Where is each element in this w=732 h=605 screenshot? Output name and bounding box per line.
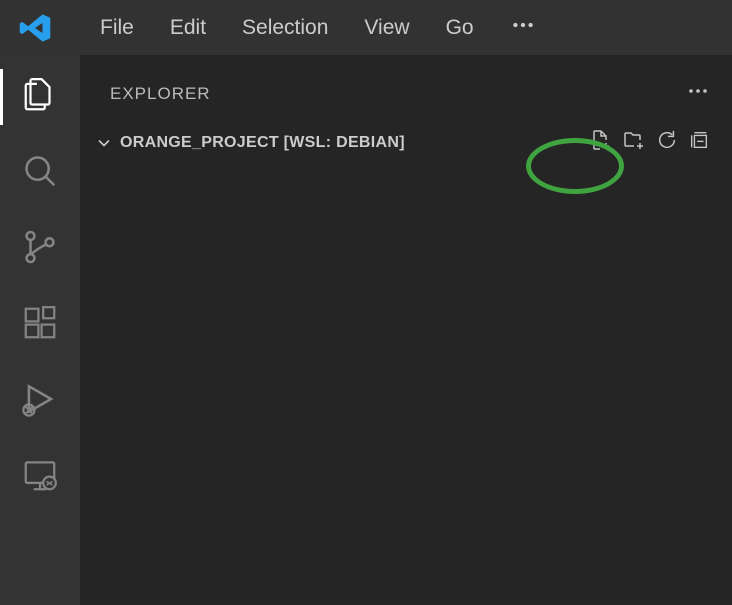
- vscode-logo-icon: [18, 11, 52, 45]
- explorer-header: EXPLORER: [80, 55, 732, 122]
- menu-overflow-button[interactable]: [492, 12, 554, 43]
- new-file-button[interactable]: [588, 128, 612, 157]
- activity-run-debug[interactable]: [16, 377, 64, 425]
- menu-bar: File Edit Selection View Go: [0, 0, 732, 55]
- search-icon: [21, 152, 59, 195]
- menu-view[interactable]: View: [346, 16, 427, 40]
- collapse-all-button[interactable]: [688, 129, 710, 156]
- explorer-sidebar: EXPLORER ORANGE_PROJECT [WSL: DEBIAN]: [80, 55, 732, 605]
- activity-explorer[interactable]: [16, 73, 64, 121]
- workspace-folder-label: ORANGE_PROJECT [WSL: DEBIAN]: [120, 134, 405, 152]
- files-icon: [21, 76, 59, 119]
- menu-edit[interactable]: Edit: [152, 16, 224, 40]
- explorer-title: EXPLORER: [110, 84, 211, 104]
- ellipsis-icon: [510, 12, 536, 43]
- menu-go[interactable]: Go: [428, 16, 492, 40]
- activity-remote-explorer[interactable]: [16, 453, 64, 501]
- workspace-folder-row[interactable]: ORANGE_PROJECT [WSL: DEBIAN]: [80, 122, 732, 163]
- body: EXPLORER ORANGE_PROJECT [WSL: DEBIAN]: [0, 55, 732, 605]
- activity-source-control[interactable]: [16, 225, 64, 273]
- activity-extensions[interactable]: [16, 301, 64, 349]
- chevron-down-icon: [94, 133, 114, 153]
- ellipsis-icon: [686, 79, 710, 108]
- explorer-more-actions-button[interactable]: [686, 79, 710, 108]
- source-control-icon: [21, 228, 59, 271]
- collapse-all-icon: [688, 129, 710, 156]
- remote-explorer-icon: [21, 456, 59, 499]
- new-folder-icon: [622, 128, 646, 157]
- folder-actions: [588, 128, 710, 157]
- run-debug-icon: [21, 380, 59, 423]
- new-folder-button[interactable]: [622, 128, 646, 157]
- menu-file[interactable]: File: [82, 16, 152, 40]
- activity-bar: [0, 55, 80, 605]
- extensions-icon: [21, 304, 59, 347]
- refresh-icon: [656, 129, 678, 156]
- new-file-icon: [588, 128, 612, 157]
- refresh-button[interactable]: [656, 129, 678, 156]
- menu-selection[interactable]: Selection: [224, 16, 346, 40]
- activity-search[interactable]: [16, 149, 64, 197]
